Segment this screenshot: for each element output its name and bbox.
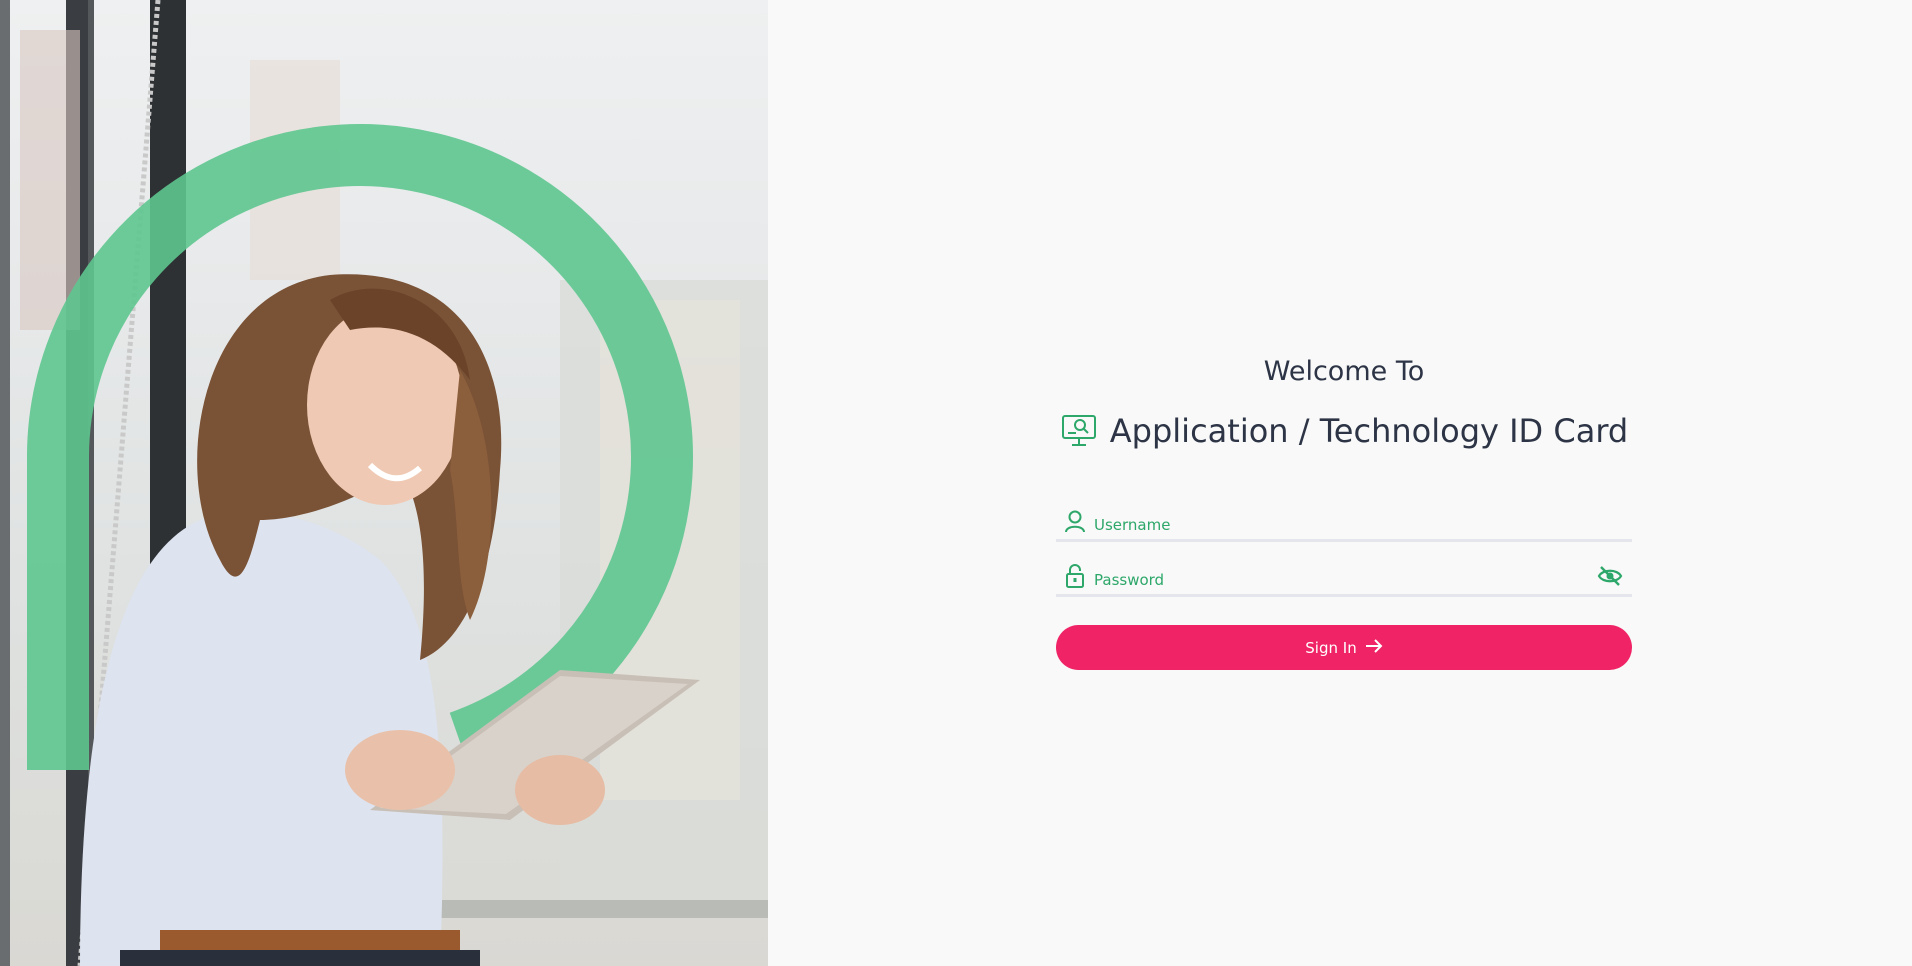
password-input[interactable] [1088, 564, 1596, 595]
app-title: Application / Technology ID Card [1056, 412, 1632, 450]
sign-in-label: Sign In [1305, 638, 1357, 657]
hero-image [0, 0, 768, 966]
hero-illustration [0, 0, 768, 966]
username-input[interactable] [1088, 509, 1632, 540]
app-title-text: Application / Technology ID Card [1109, 412, 1629, 450]
eye-off-icon[interactable] [1596, 562, 1624, 590]
password-field [1056, 557, 1632, 597]
arrow-right-icon [1365, 638, 1383, 658]
lock-icon [1062, 563, 1088, 589]
user-icon [1062, 508, 1088, 534]
sign-in-button[interactable]: Sign In [1056, 625, 1632, 670]
login-panel [768, 0, 1912, 966]
monitor-search-icon [1060, 413, 1098, 449]
welcome-heading: Welcome To [1263, 356, 1425, 387]
username-field [1056, 502, 1632, 542]
